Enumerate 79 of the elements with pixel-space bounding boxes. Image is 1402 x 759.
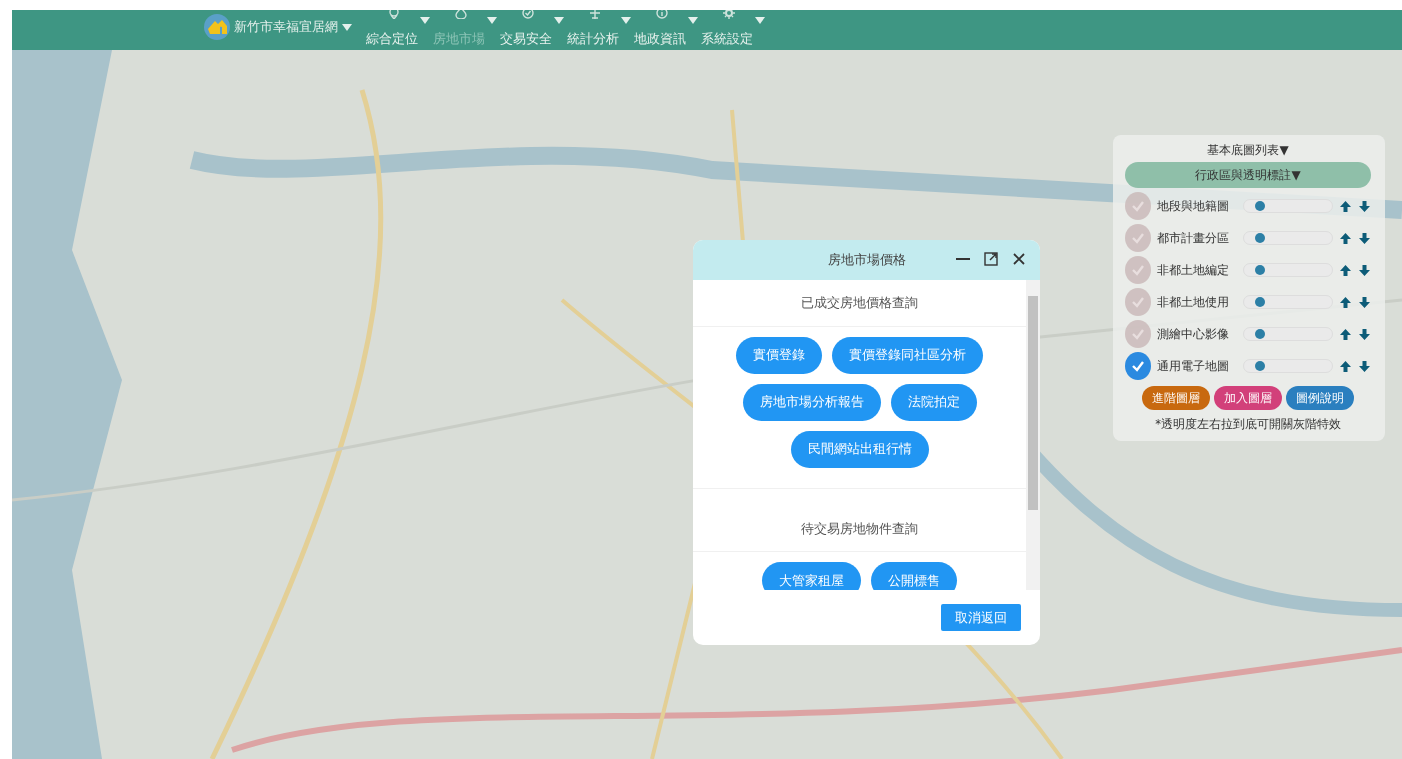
menu-item[interactable]: 綜合定位 xyxy=(366,28,418,50)
menu-item[interactable]: 地政資訊 xyxy=(634,28,686,50)
check-icon xyxy=(1131,328,1145,340)
slider-thumb[interactable] xyxy=(1254,297,1265,307)
minimize-icon xyxy=(956,258,970,260)
slider-thumb[interactable] xyxy=(1254,201,1265,211)
layer-checkbox[interactable] xyxy=(1125,224,1151,252)
query-button[interactable]: 公開標售 xyxy=(871,562,957,590)
gear-icon xyxy=(723,10,735,19)
caret-icon xyxy=(420,16,430,24)
caret-icon xyxy=(688,16,698,24)
query-button[interactable]: 大管家租屋 xyxy=(762,562,861,590)
query-button[interactable]: 實價登錄同社區分析 xyxy=(832,336,983,374)
scrollbar[interactable] xyxy=(1026,280,1040,590)
slider-thumb[interactable] xyxy=(1254,233,1265,243)
panel-note: *透明度左右拉到底可開關灰階特效 xyxy=(1154,416,1342,433)
layer-action-button[interactable]: 加入圖層 xyxy=(1214,386,1282,410)
query-button[interactable]: 法院拍定 xyxy=(890,383,977,421)
menu-item[interactable]: 交易安全 xyxy=(500,28,552,50)
move-down-button[interactable] xyxy=(1358,359,1371,373)
caret-icon xyxy=(487,16,497,24)
move-down-button[interactable] xyxy=(1358,263,1371,277)
opacity-slider[interactable] xyxy=(1242,231,1333,245)
caret-icon xyxy=(554,16,564,24)
group-toggle[interactable]: 行政區與透明標註▼ xyxy=(1125,162,1371,188)
move-up-button[interactable] xyxy=(1339,295,1352,309)
move-down-button[interactable] xyxy=(1358,231,1371,245)
opacity-slider[interactable] xyxy=(1242,295,1333,309)
menu-item[interactable]: 系統設定 xyxy=(701,28,753,50)
layer-checkbox[interactable] xyxy=(1125,288,1151,316)
check-icon xyxy=(1131,200,1145,212)
check-circle-icon xyxy=(522,10,534,19)
caret-icon xyxy=(755,16,765,24)
caret-icon xyxy=(621,16,631,24)
layer-name: 非都土地編定 xyxy=(1157,262,1230,279)
layer-checkbox[interactable] xyxy=(1125,256,1151,284)
check-icon xyxy=(1131,264,1145,276)
maximize-button[interactable] xyxy=(982,250,1000,268)
slider-thumb[interactable] xyxy=(1254,265,1265,275)
site-title[interactable]: 新竹市幸福宜居網 xyxy=(234,17,338,37)
pin-icon xyxy=(388,10,400,19)
cancel-button[interactable]: 取消返回 xyxy=(941,603,1021,632)
layer-name: 都市計畫分區 xyxy=(1157,230,1230,247)
opacity-slider[interactable] xyxy=(1242,199,1333,213)
layer-checkbox[interactable] xyxy=(1125,320,1151,348)
move-up-button[interactable] xyxy=(1339,359,1352,373)
move-down-button[interactable] xyxy=(1358,295,1371,309)
opacity-slider[interactable] xyxy=(1242,263,1333,277)
opacity-slider[interactable] xyxy=(1242,327,1333,341)
menu-item[interactable]: 統計分析 xyxy=(567,28,619,50)
move-up-button[interactable] xyxy=(1339,327,1352,341)
move-down-button[interactable] xyxy=(1358,327,1371,341)
layer-name: 通用電子地圖 xyxy=(1157,358,1230,375)
check-icon xyxy=(1131,232,1145,244)
check-icon xyxy=(1131,296,1145,308)
layer-checkbox[interactable] xyxy=(1125,352,1151,380)
caret-icon xyxy=(342,23,352,31)
check-icon xyxy=(1131,360,1145,372)
layer-name: 測繪中心影像 xyxy=(1157,326,1230,343)
layer-name: 非都土地使用 xyxy=(1157,294,1230,311)
layer-name: 地段與地籍圖 xyxy=(1157,198,1230,215)
slider-thumb[interactable] xyxy=(1254,329,1265,339)
query-button[interactable]: 房地市場分析報告 xyxy=(742,383,881,421)
move-up-button[interactable] xyxy=(1339,231,1352,245)
move-up-button[interactable] xyxy=(1339,263,1352,277)
dialog-title: 房地市場價格 xyxy=(827,251,906,270)
query-button[interactable]: 民間網站出租行情 xyxy=(790,430,929,468)
slider-thumb[interactable] xyxy=(1254,361,1265,371)
layer-checkbox[interactable] xyxy=(1125,192,1151,220)
menu-item[interactable]: 房地市場 xyxy=(433,28,485,50)
panel-title[interactable]: 基本底圖列表▼ xyxy=(1125,141,1371,159)
house-logo-icon xyxy=(204,14,230,40)
query-button[interactable]: 實價登錄 xyxy=(736,336,822,374)
move-up-button[interactable] xyxy=(1339,199,1352,213)
info-icon xyxy=(656,10,668,19)
layer-action-button[interactable]: 圖例說明 xyxy=(1286,386,1354,410)
layer-action-button[interactable]: 進階圖層 xyxy=(1142,386,1210,410)
move-down-button[interactable] xyxy=(1358,199,1371,213)
opacity-slider[interactable] xyxy=(1242,359,1333,373)
